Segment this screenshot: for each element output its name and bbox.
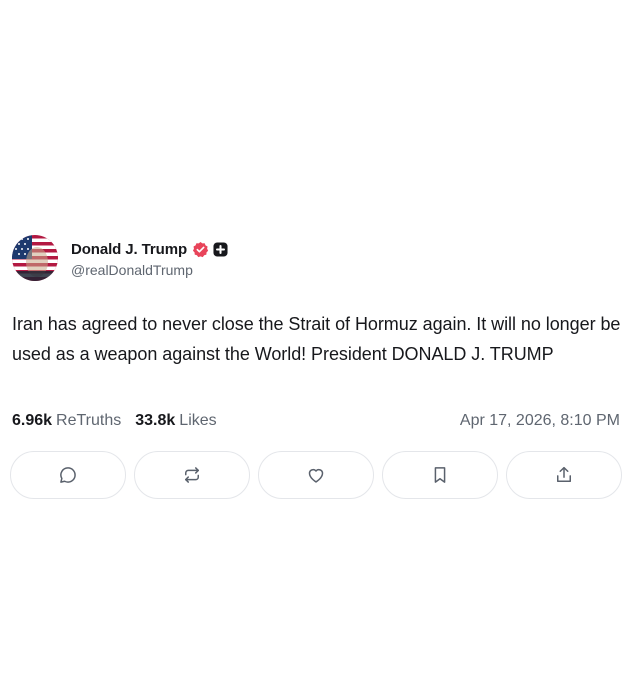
- reply-button[interactable]: [10, 451, 126, 499]
- reply-icon: [60, 467, 76, 483]
- plus-badge-icon: [213, 241, 228, 257]
- retruth-button[interactable]: [134, 451, 250, 499]
- bookmark-button[interactable]: [382, 451, 498, 499]
- post-timestamp[interactable]: Apr 17, 2026, 8:10 PM: [460, 412, 620, 430]
- author-handle[interactable]: @realDonaldTrump: [71, 262, 228, 278]
- avatar-image: [12, 235, 58, 281]
- retruths-count[interactable]: 6.96k: [12, 412, 52, 430]
- bookmark-icon: [434, 467, 446, 483]
- post-header: Donald J. Trump @realDonaldTrump: [12, 234, 228, 282]
- retruths-label[interactable]: ReTruths: [56, 412, 121, 430]
- verified-badge-icon: [192, 241, 209, 258]
- name-row: Donald J. Trump: [71, 238, 228, 260]
- like-icon: [308, 468, 324, 483]
- avatar[interactable]: [12, 235, 58, 281]
- post-card: Donald J. Trump @realDonaldTrump Iran ha…: [0, 0, 635, 700]
- post-text: Iran has agreed to never close the Strai…: [12, 314, 621, 364]
- retruth-icon: [185, 467, 199, 483]
- likes-count[interactable]: 33.8k: [135, 412, 175, 430]
- post-stats: 6.96k ReTruths 33.8k Likes Apr 17, 2026,…: [12, 409, 620, 433]
- action-bar: [10, 451, 622, 499]
- author-info: Donald J. Trump @realDonaldTrump: [71, 238, 228, 278]
- share-button[interactable]: [506, 451, 622, 499]
- author-display-name[interactable]: Donald J. Trump: [71, 241, 187, 258]
- likes-label[interactable]: Likes: [179, 412, 216, 430]
- share-icon: [557, 466, 571, 482]
- like-button[interactable]: [258, 451, 374, 499]
